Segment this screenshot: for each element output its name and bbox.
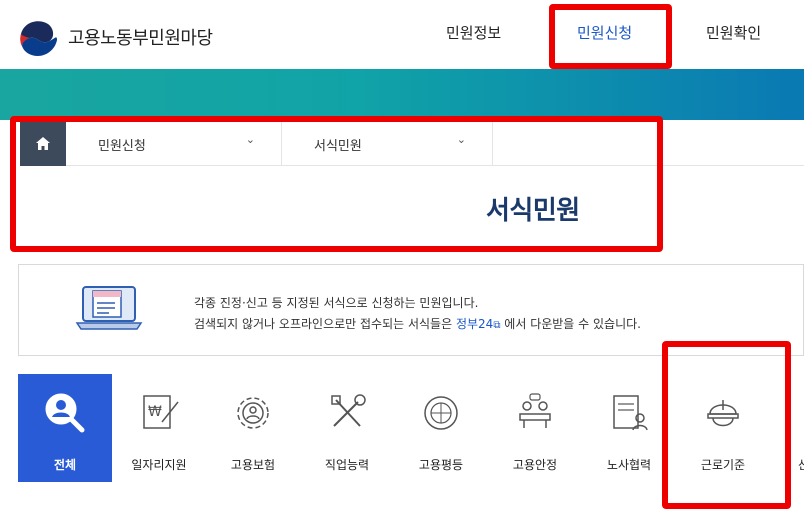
breadcrumb: 민원신청 ⌄ 서식민원 ⌄ xyxy=(20,120,804,166)
breadcrumb-level2-label: 서식민원 xyxy=(314,139,362,154)
category-employment-stability[interactable]: 고용안정 xyxy=(488,374,582,482)
category-label: 고용안정 xyxy=(512,458,558,472)
category-labor-standards[interactable]: 근로기준 xyxy=(676,374,770,482)
category-labor-cooperation[interactable]: 노사협력 xyxy=(582,374,676,482)
category-label: 근로기준 xyxy=(700,458,746,472)
category-all[interactable]: 전체 xyxy=(18,374,112,482)
hero-banner xyxy=(0,69,804,120)
category-label: 전체 xyxy=(53,458,77,472)
info-text-after: 에서 다운받을 수 있습니다. xyxy=(504,317,641,331)
info-text-before: 검색되지 않거나 오프라인으로만 접수되는 서식들은 xyxy=(194,317,453,331)
info-box: 각종 진정·신고 등 지정된 서식으로 신청하는 민원입니다. 검색되지 않거나… xyxy=(18,264,804,356)
tools-icon xyxy=(331,394,366,427)
gov24-link[interactable]: 정부24⧉ xyxy=(456,317,501,331)
svg-text:₩: ₩ xyxy=(148,404,162,420)
category-partial[interactable]: 산 xyxy=(770,374,804,482)
meeting-icon xyxy=(519,393,551,428)
external-link-icon: ⧉ xyxy=(493,320,501,331)
chevron-down-icon: ⌄ xyxy=(245,133,255,146)
nav-item-apply[interactable]: 민원신청 xyxy=(577,22,632,43)
category-vocational-ability[interactable]: 직업능력 xyxy=(300,374,394,482)
page-title: 서식민원 xyxy=(486,196,580,226)
breadcrumb-level2[interactable]: 서식민원 ⌄ xyxy=(282,120,493,166)
category-label: 산 xyxy=(798,458,804,472)
category-label: 일자리지원 xyxy=(131,458,187,472)
laptop-form-icon xyxy=(75,286,143,330)
nav-item-check[interactable]: 민원확인 xyxy=(706,22,761,43)
site-header: 고용노동부민원마당 민원정보 민원신청 민원확인 xyxy=(0,0,804,69)
category-label: 직업능력 xyxy=(324,458,370,472)
breadcrumb-level1-label: 민원신청 xyxy=(98,139,146,154)
globe-people-icon xyxy=(424,396,458,430)
category-employment-insurance[interactable]: 고용보험 xyxy=(206,374,300,482)
home-button[interactable] xyxy=(20,120,66,166)
info-text-line1: 각종 진정·신고 등 지정된 서식으로 신청하는 민원입니다. xyxy=(194,296,479,310)
info-text-line2: 검색되지 않거나 오프라인으로만 접수되는 서식들은 정부24⧉ 에서 다운받을… xyxy=(194,315,641,332)
chevron-down-icon: ⌄ xyxy=(456,133,466,146)
helmet-icon xyxy=(707,400,739,427)
category-label: 노사협력 xyxy=(606,458,652,472)
site-logo[interactable]: 고용노동부민원마당 xyxy=(18,16,213,58)
gov24-link-label: 정부24 xyxy=(455,317,494,331)
home-icon xyxy=(36,136,50,150)
breadcrumb-level1[interactable]: 민원신청 ⌄ xyxy=(66,120,282,166)
category-label: 고용평등 xyxy=(418,458,464,472)
taegeuk-logo-icon xyxy=(19,17,59,57)
document-person-icon xyxy=(613,395,648,431)
won-document-icon: ₩ xyxy=(143,395,179,429)
search-person-icon xyxy=(45,393,85,433)
logo-text: 고용노동부민원마당 xyxy=(68,28,213,49)
category-label: 고용보험 xyxy=(230,458,276,472)
category-job-support[interactable]: ₩ 일자리지원 xyxy=(112,374,206,482)
gear-person-icon xyxy=(237,397,269,429)
category-employment-equality[interactable]: 고용평등 xyxy=(394,374,488,482)
nav-item-info[interactable]: 민원정보 xyxy=(446,22,501,43)
